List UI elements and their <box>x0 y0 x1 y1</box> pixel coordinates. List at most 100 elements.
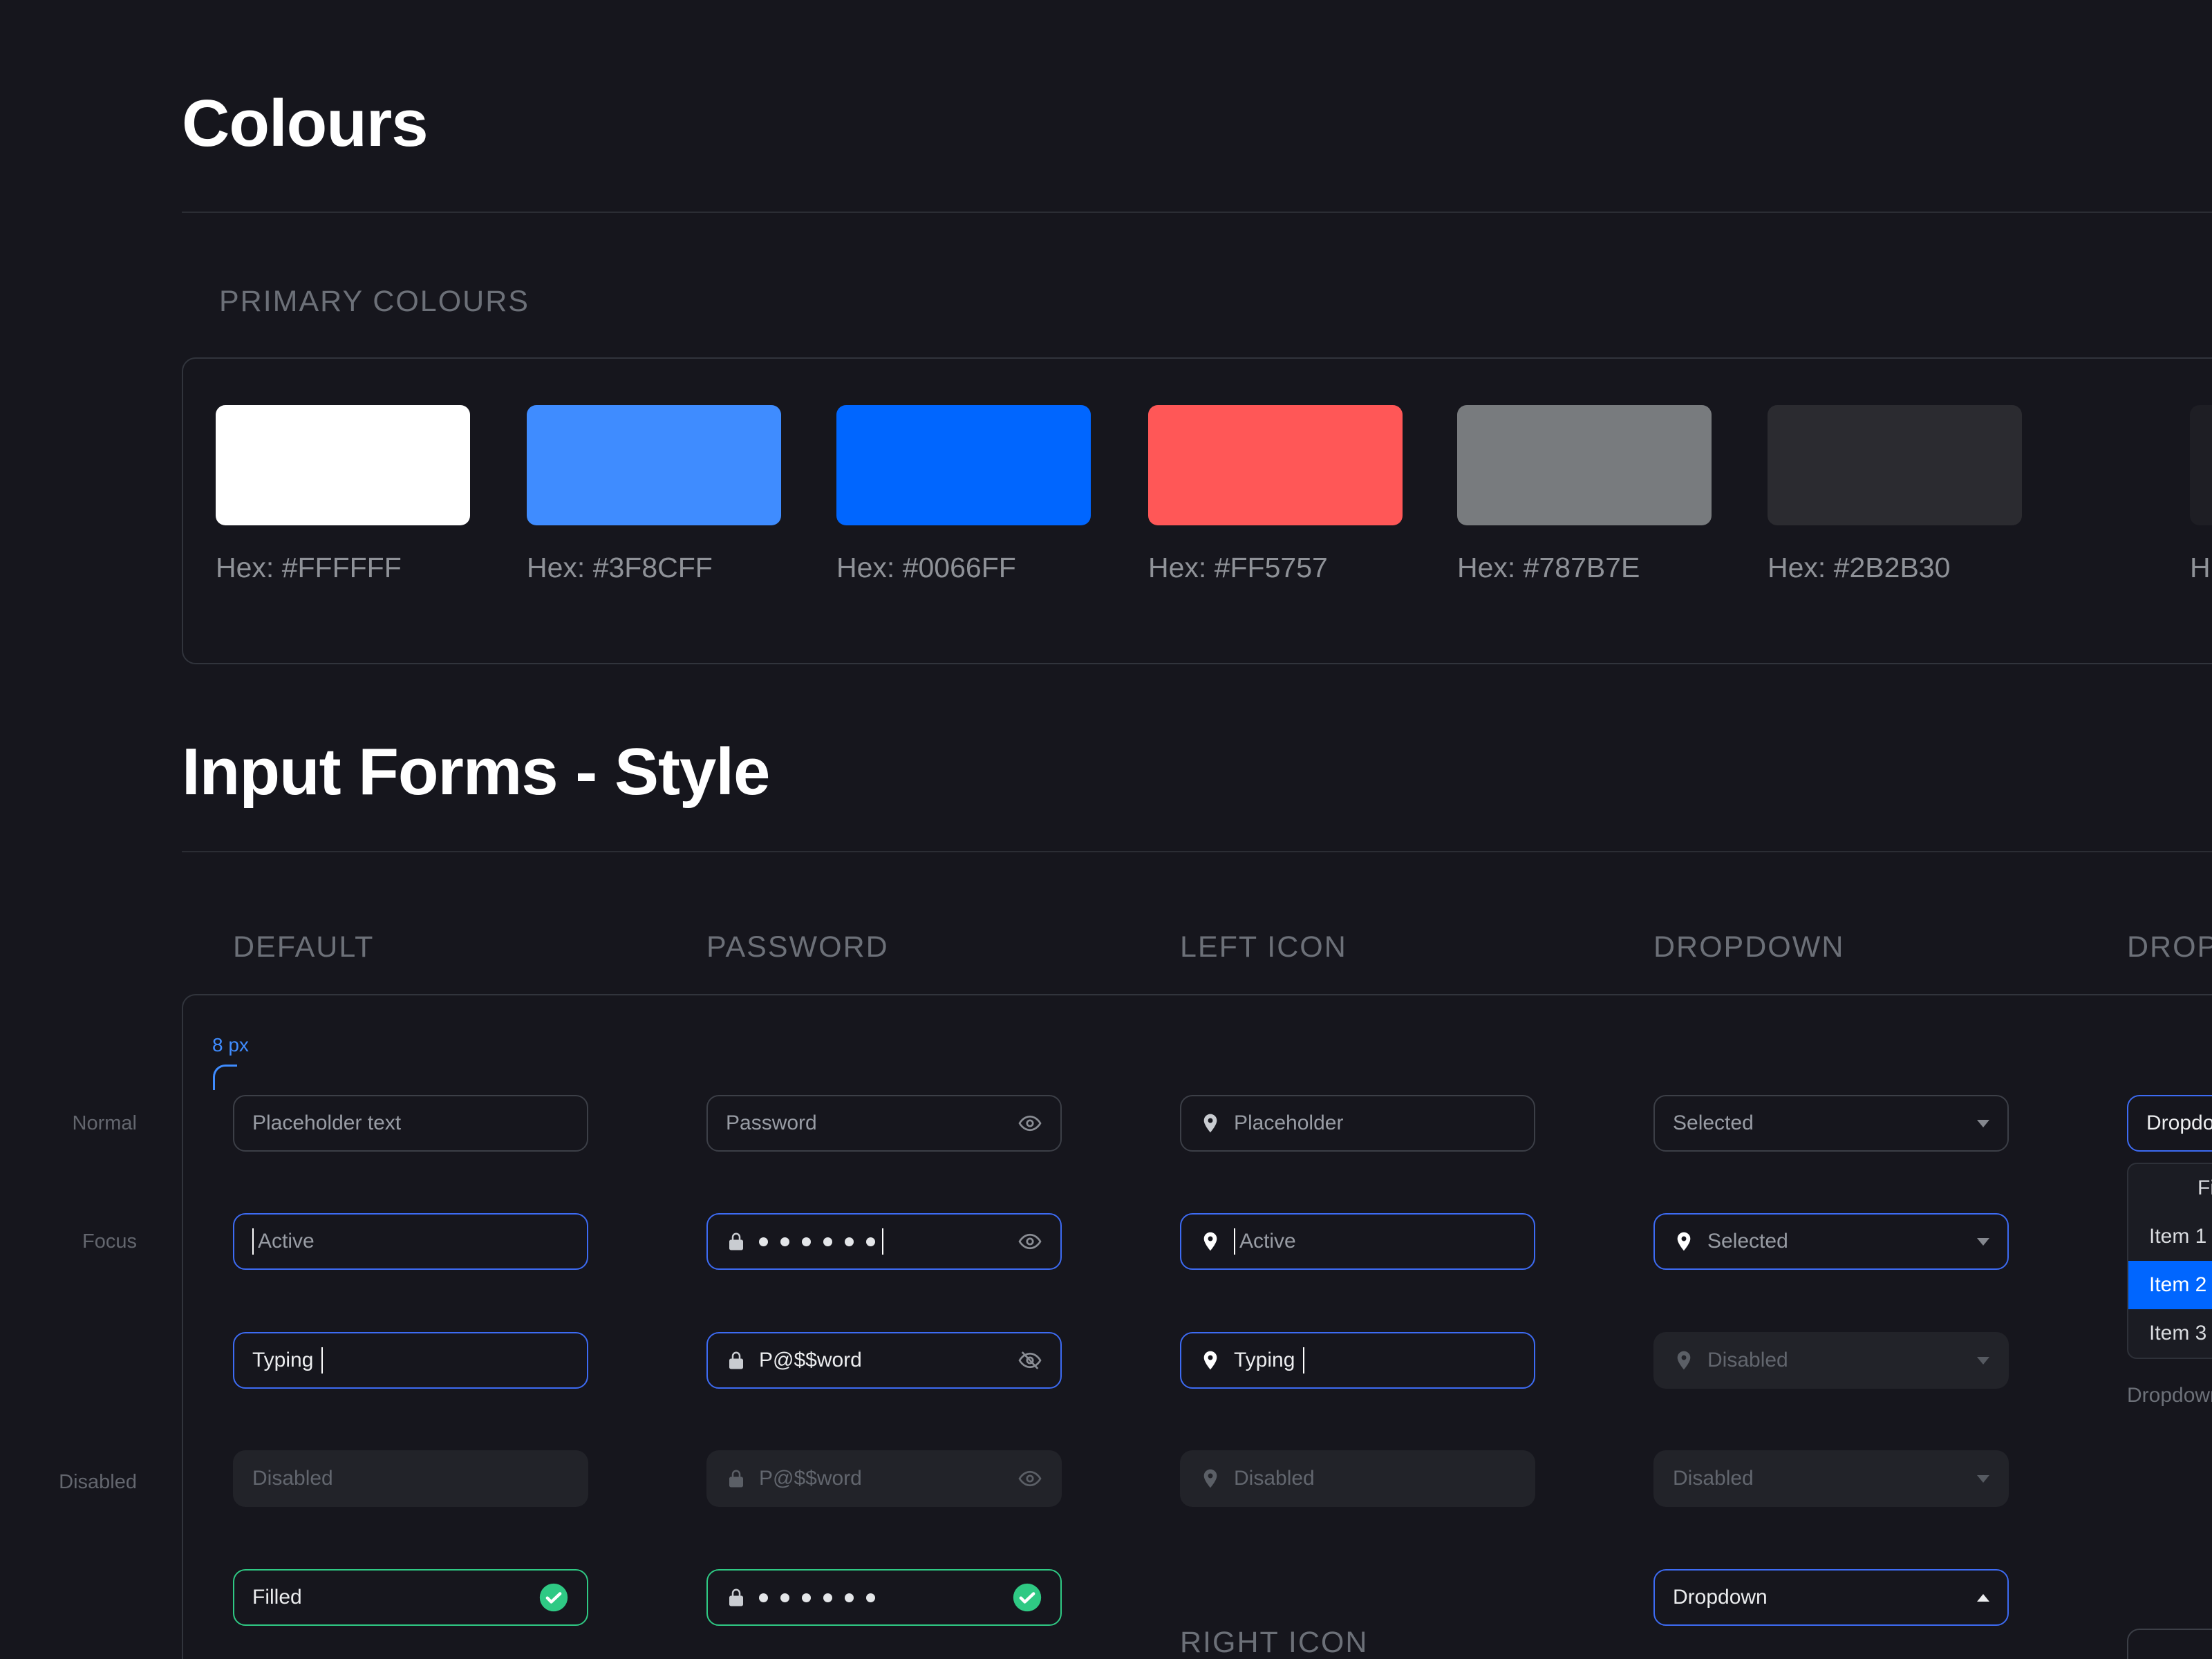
menu-item[interactable]: Item 3 <box>2128 1309 2212 1358</box>
left-icon-input-focus[interactable]: Active <box>1180 1213 1535 1270</box>
text-cursor <box>252 1228 254 1255</box>
hex-label: Hex: #2B2B30 <box>1768 552 1951 583</box>
lock-icon <box>729 1588 743 1606</box>
colours-title: Colours <box>182 86 429 160</box>
input-forms-panel <box>182 994 2212 1659</box>
eye-icon[interactable] <box>1018 1229 1042 1254</box>
section-divider <box>182 851 2212 852</box>
dropdown-normal[interactable]: Selected <box>1653 1095 2009 1152</box>
right-icon-section-header: RIGHT ICON <box>1180 1626 1369 1659</box>
location-pin-icon <box>1677 1232 1691 1251</box>
text-cursor <box>882 1228 883 1255</box>
color-swatch <box>2190 405 2212 525</box>
dropdown-disabled: Disabled <box>1653 1450 2009 1507</box>
primary-colours-label: PRIMARY COLOURS <box>219 285 529 318</box>
hex-label: Hex: #FF5757 <box>1148 552 1328 583</box>
eye-icon <box>1018 1470 1042 1487</box>
color-swatch <box>527 405 781 525</box>
dropdown-value: Dropdown <box>2146 1112 2212 1134</box>
radius-annotation: 8 px <box>212 1034 249 1056</box>
dropdown-value: Selected <box>1673 1112 1754 1134</box>
input-placeholder: Active <box>1239 1230 1296 1253</box>
input-placeholder: Disabled <box>252 1467 333 1490</box>
dropdown-value: Dropdown <box>1673 1586 1768 1609</box>
password-input-focus[interactable] <box>706 1213 1062 1270</box>
dropdown-focus[interactable]: Selected <box>1653 1213 2009 1270</box>
chevron-down-icon <box>1977 1119 1989 1127</box>
menu-item-label: Item 3 <box>2149 1322 2207 1344</box>
column-header-default: DEFAULT <box>233 930 375 964</box>
default-input-normal[interactable]: Placeholder text <box>233 1095 588 1152</box>
hex-label: H <box>2190 552 2211 583</box>
left-icon-input-disabled: Disabled <box>1180 1450 1535 1507</box>
forms-title: Input Forms - Style <box>182 735 770 809</box>
input-placeholder: Password <box>726 1112 817 1134</box>
row-label-focus: Focus <box>82 1230 137 1253</box>
chevron-down-icon <box>1977 1356 1989 1365</box>
lock-icon <box>729 1470 743 1488</box>
location-pin-icon <box>1203 1469 1217 1488</box>
left-icon-input-normal[interactable]: Placeholder <box>1180 1095 1535 1152</box>
password-input-normal[interactable]: Password <box>706 1095 1062 1152</box>
radius-bracket-icon <box>213 1065 237 1090</box>
dropdown-value: Disabled <box>1707 1349 1788 1371</box>
hex-label: Hex: #3F8CFF <box>527 552 713 583</box>
dropdown-open[interactable]: Dropdown <box>1653 1569 2009 1626</box>
style-guide-canvas: Colours PRIMARY COLOURS Hex: #FFFFFF Hex… <box>0 0 2212 1659</box>
text-cursor <box>1234 1228 1235 1255</box>
left-icon-input-typing[interactable]: Typing <box>1180 1332 1535 1389</box>
color-swatch <box>1148 405 1403 525</box>
color-swatch <box>216 405 470 525</box>
password-input-disabled: P@$$word <box>706 1450 1062 1507</box>
input-value: Typing <box>1234 1349 1295 1371</box>
chevron-up-icon <box>1977 1593 1989 1602</box>
location-pin-icon <box>1203 1232 1217 1251</box>
dropdown-disabled-icon: Disabled <box>1653 1332 2009 1389</box>
location-pin-icon <box>1203 1351 1217 1370</box>
default-input-filled[interactable]: Filled <box>233 1569 588 1626</box>
menu-item[interactable]: Item 1 <box>2128 1212 2212 1261</box>
input-placeholder: Placeholder text <box>252 1112 402 1134</box>
dropdown-input-partial[interactable] <box>2127 1629 2212 1659</box>
dropdown-footer-label: Dropdown <box>2127 1384 2212 1407</box>
menu-item-label: Item 1 <box>2149 1225 2207 1248</box>
dropdown-menu-input[interactable]: Dropdown <box>2127 1095 2212 1152</box>
password-dots <box>759 1593 875 1602</box>
dropdown-menu: Fi Item 1 Item 2 Item 3 <box>2127 1163 2212 1359</box>
dropdown-value: Selected <box>1707 1230 1788 1253</box>
column-header-left-icon: LEFT ICON <box>1180 930 1347 964</box>
menu-item[interactable]: Fi <box>2128 1164 2212 1212</box>
input-placeholder: P@$$word <box>759 1467 862 1490</box>
check-circle-icon <box>1013 1583 1042 1612</box>
column-header-password: PASSWORD <box>706 930 889 964</box>
color-swatch <box>1457 405 1712 525</box>
password-dots <box>759 1237 875 1246</box>
section-divider <box>182 212 2212 213</box>
lock-icon <box>729 1351 743 1369</box>
menu-item-label: Fi <box>2197 1177 2212 1199</box>
default-input-focus[interactable]: Active <box>233 1213 588 1270</box>
text-cursor <box>321 1347 324 1374</box>
input-placeholder: Placeholder <box>1234 1112 1344 1134</box>
input-placeholder: Disabled <box>1234 1467 1315 1490</box>
hex-label: Hex: #0066FF <box>836 552 1016 583</box>
input-placeholder: Active <box>258 1230 315 1253</box>
menu-item-label: Item 2 <box>2149 1273 2207 1296</box>
menu-item-selected[interactable]: Item 2 <box>2128 1261 2212 1309</box>
column-header-dropdown-2: DROPDOWN <box>2127 930 2212 964</box>
color-swatch <box>1768 405 2022 525</box>
input-value: Filled <box>252 1586 302 1609</box>
lock-icon <box>729 1232 743 1250</box>
eye-off-icon[interactable] <box>1018 1348 1042 1373</box>
text-cursor <box>1303 1347 1305 1374</box>
password-input-filled[interactable] <box>706 1569 1062 1626</box>
input-value: Typing <box>252 1349 314 1371</box>
hex-label: Hex: #787B7E <box>1457 552 1640 583</box>
chevron-down-icon <box>1977 1474 1989 1483</box>
chevron-down-icon <box>1977 1237 1989 1246</box>
default-input-typing[interactable]: Typing <box>233 1332 588 1389</box>
eye-icon[interactable] <box>1018 1111 1042 1136</box>
row-label-disabled: Disabled <box>59 1471 137 1493</box>
default-input-disabled: Disabled <box>233 1450 588 1507</box>
password-input-typing[interactable]: P@$$word <box>706 1332 1062 1389</box>
